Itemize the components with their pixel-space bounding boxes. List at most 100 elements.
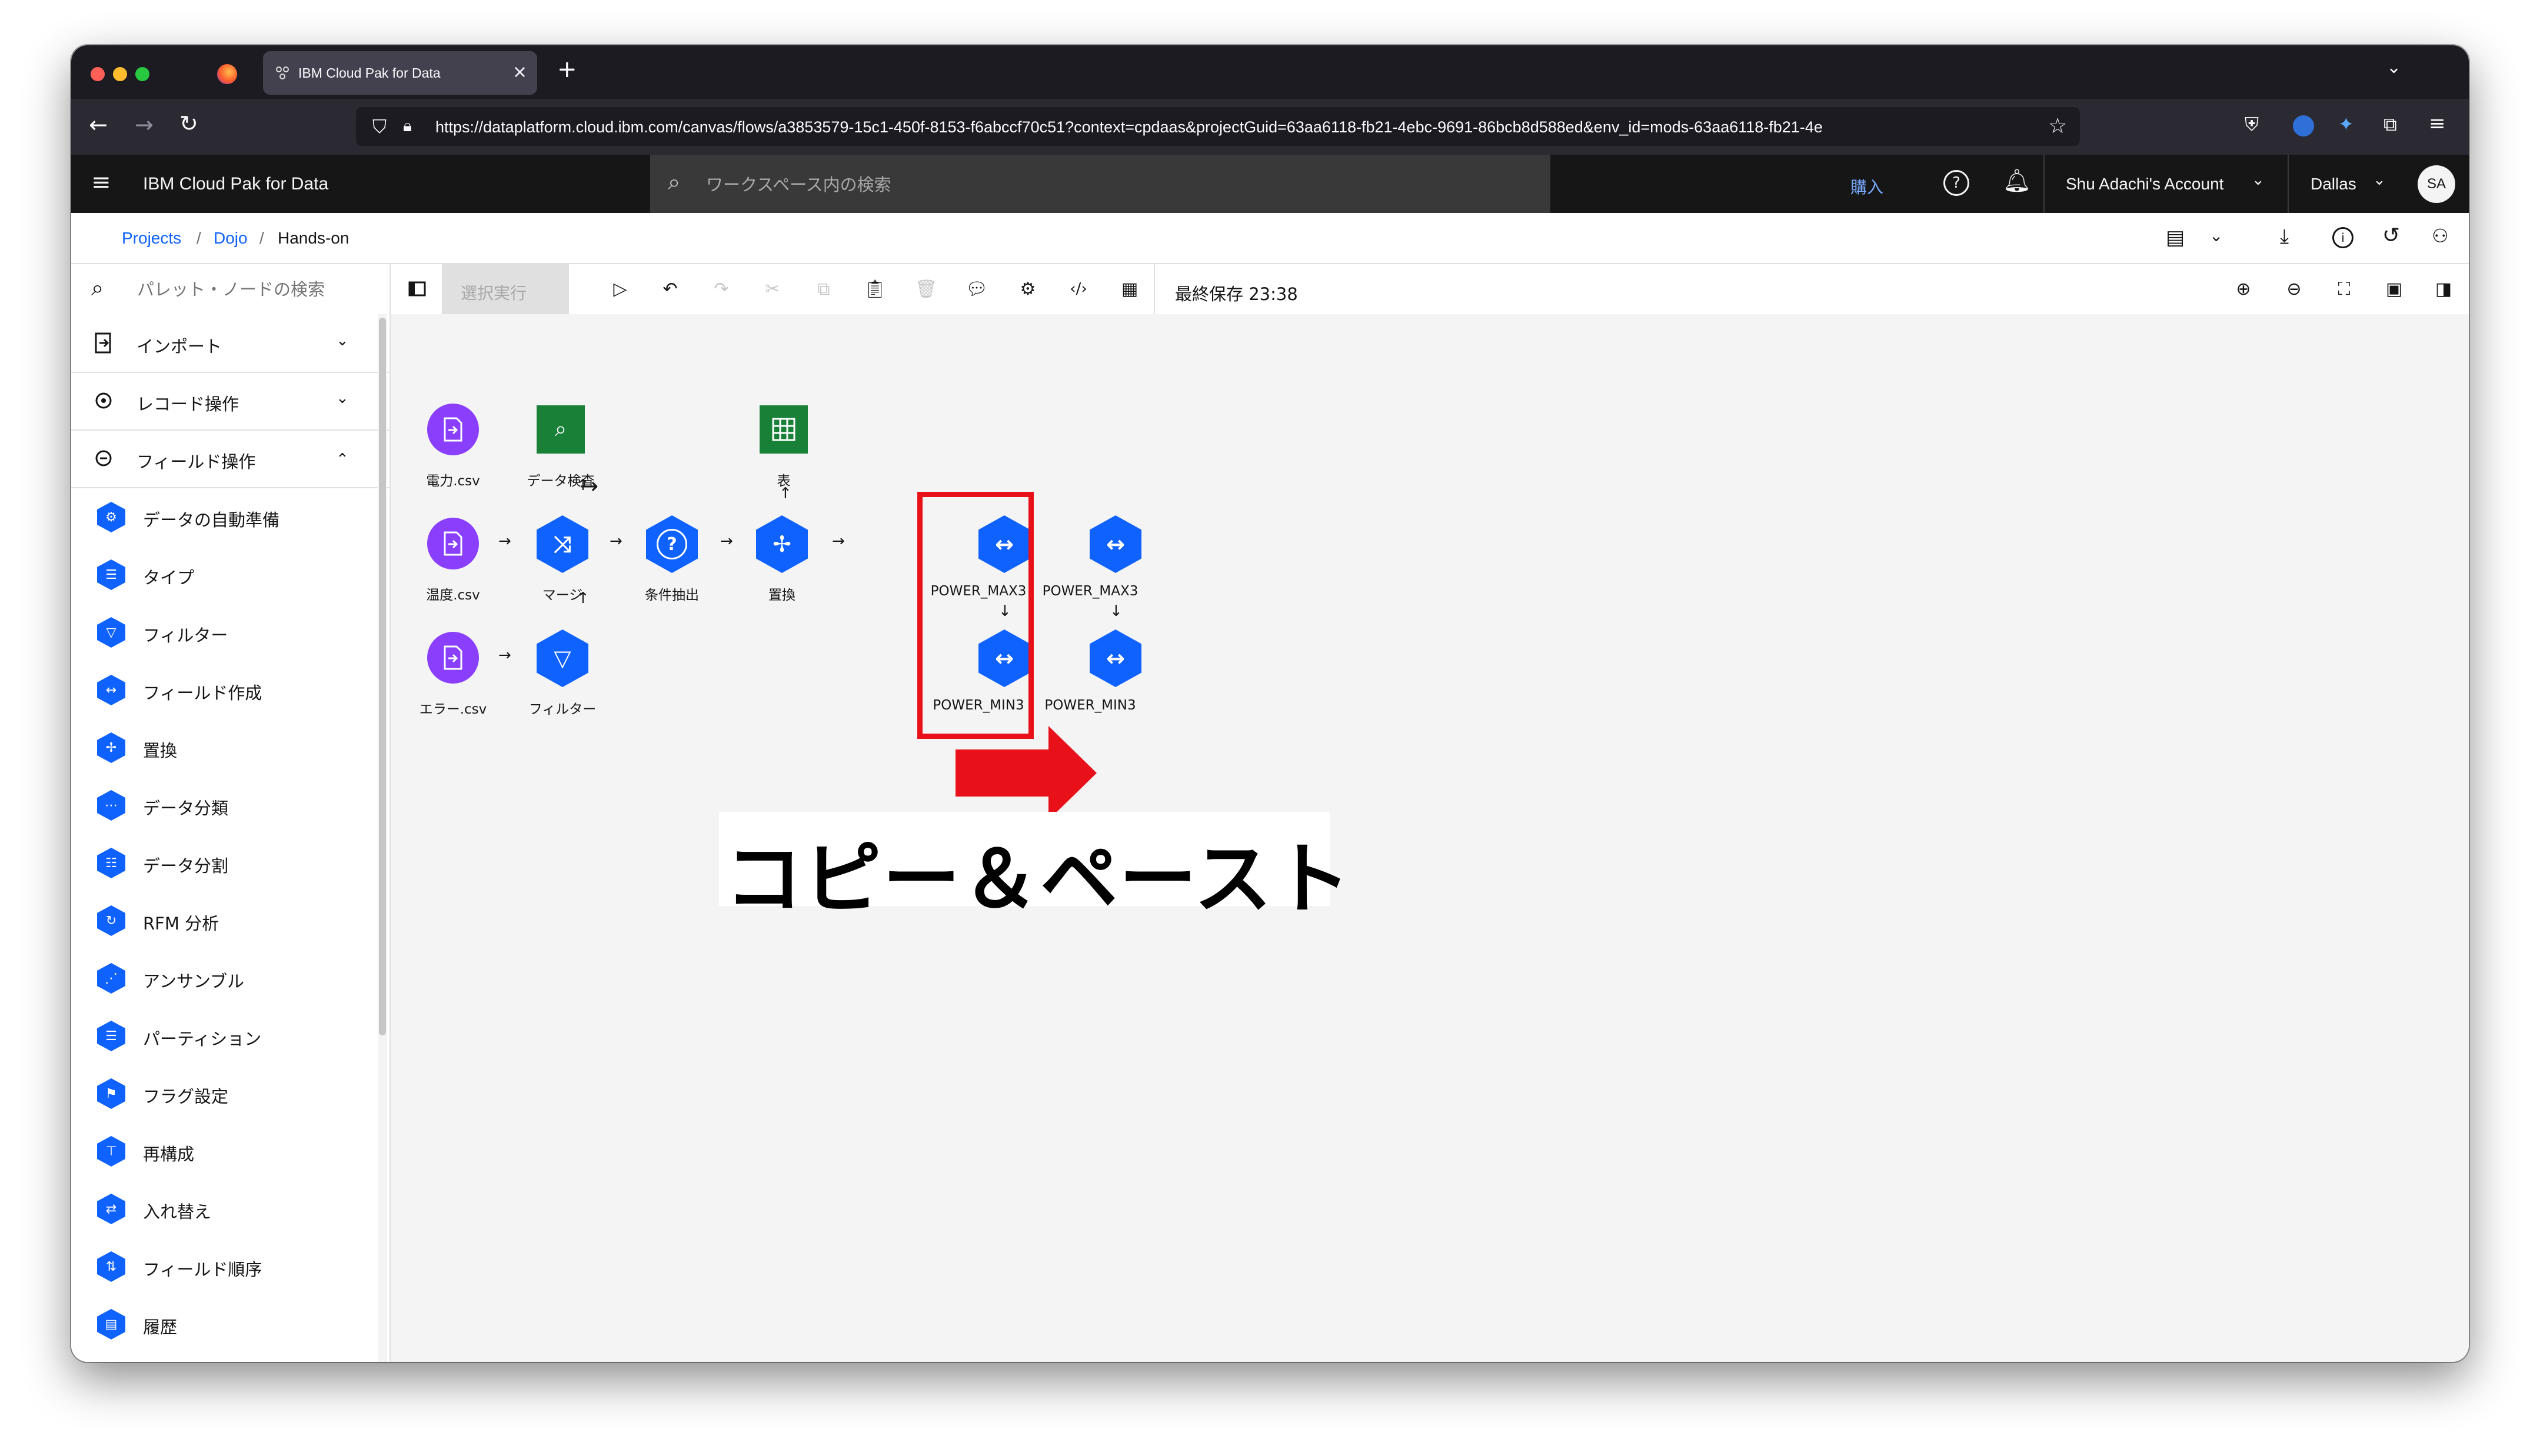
extensions-puzzle-icon[interactable]: ⧉ [2383,113,2397,136]
process-node-power-max-pasted[interactable]: ↔ [1090,515,1141,573]
breadcrumb-dojo[interactable]: Dojo [214,229,248,248]
cache-icon[interactable]: ▦ [1117,276,1143,302]
cut-icon[interactable]: ✂ [760,276,785,302]
auto-data-prep-icon: ⚙ [97,502,125,532]
shield-icon[interactable]: ⛉ [372,115,387,138]
palette-item-data-split[interactable]: ☷ データ分割 [71,833,383,891]
search-input[interactable] [705,172,1531,197]
minimize-window-button[interactable] [113,67,127,81]
close-tab-icon[interactable]: × [512,62,527,82]
flow-settings-icon[interactable]: ▤ [2166,226,2185,249]
connector-arrow: → [610,532,622,550]
workspace-search[interactable]: ⌕ [650,155,1550,213]
code-icon[interactable]: ‹/› [1066,276,1091,302]
new-tab-icon[interactable]: + [557,56,577,83]
region-switcher[interactable]: Dallas [2311,175,2356,194]
palette-item-binning[interactable]: ⋯ データ分類 [71,775,383,833]
palette-category-record-ops[interactable]: レコード操作 ⌄ [71,372,390,431]
collaborators-icon[interactable]: ⚇ [2432,225,2449,247]
comment-icon[interactable]: 💬︎ [964,276,990,302]
connector-arrow: → [498,647,511,664]
palette-search-icon: ⌕ [91,275,104,301]
download-icon[interactable]: ⤓ [2280,225,2289,248]
palette-item-type[interactable]: ☰ タイプ [71,545,383,602]
maximize-window-button[interactable] [135,67,149,81]
help-icon[interactable]: ? [1943,170,1969,196]
source-node-denryoku[interactable] [427,404,479,455]
process-node-select[interactable]: ? [646,515,698,573]
browser-tab[interactable]: IBM Cloud Pak for Data × [263,51,537,95]
extension-account-icon[interactable] [2293,115,2314,136]
region-chevron-down-icon[interactable]: ⌄ [2373,171,2386,189]
avatar[interactable]: SA [2418,165,2455,203]
palette-item-rfm-analysis[interactable]: ↻ RFM 分析 [71,891,383,948]
fit-to-screen-icon[interactable]: ⛶ [2331,276,2357,302]
toggle-palette-icon[interactable] [404,276,430,302]
account-chevron-down-icon[interactable]: ⌄ [2252,171,2265,189]
bookmark-star-icon[interactable]: ☆ [2048,114,2067,138]
zoom-out-icon[interactable]: ⊖ [2281,276,2307,302]
information-icon[interactable]: i [2332,227,2353,248]
palette-item-label: データの自動準備 [143,510,280,530]
palette-category-import[interactable]: インポート ⌄ [71,314,390,373]
process-node-filter[interactable]: ▽ [537,629,588,687]
output-node-data-audit[interactable]: ⌕ [537,405,585,454]
run-flow-icon[interactable]: ▷ [607,276,633,302]
list-tabs-icon[interactable]: ⌄ [2386,57,2401,78]
palette-item-filter[interactable]: ▽ フィルター [71,602,383,660]
flow-canvas[interactable]: 電力.csv ⌕ データ検査 表 ↑ ↑ ↘ 温度.csv → ⤨ マージ → … [391,314,2469,1362]
url-text[interactable]: https://dataplatform.cloud.ibm.com/canva… [435,118,1823,136]
run-selected-button[interactable]: 選択実行 [442,264,569,314]
source-node-error[interactable] [427,632,479,684]
redo-icon[interactable]: ↷ [708,276,734,302]
palette-item-transpose[interactable]: ⇄ 入れ替え [71,1179,383,1237]
palette-item-history[interactable]: ▤ 履歴 [71,1294,383,1352]
palette-item-label: フラグ設定 [143,1087,229,1107]
reload-icon[interactable]: ↻ [179,111,198,136]
palette-item-partition[interactable]: ☰ パーティション [71,1006,383,1064]
close-window-button[interactable] [91,67,105,81]
palette-item-ensemble[interactable]: ⋰ アンサンブル [71,948,383,1006]
copy-direction-arrow [956,726,1097,820]
app-menu-icon[interactable]: ≡ [91,169,111,196]
history-icon[interactable]: ↺ [2382,224,2400,248]
minimap-icon[interactable]: ▣ [2381,276,2407,302]
lock-icon[interactable]: 🔒︎ [403,116,412,136]
copy-icon[interactable]: ⧉ [811,276,837,302]
account-switcher[interactable]: Shu Adachi's Account [2066,175,2223,194]
palette-scrollbar-thumb[interactable] [379,318,386,1035]
flow-settings-chevron-down-icon[interactable]: ⌄ [2209,226,2223,245]
delete-icon[interactable]: 🗑︎ [913,276,939,302]
back-icon[interactable]: ← [89,112,108,138]
palette-item-restructure[interactable]: ⊤ 再構成 [71,1121,383,1179]
zoom-in-icon[interactable]: ⊕ [2231,276,2256,302]
palette-item-field-reorder[interactable]: ⇅ フィールド順序 [71,1237,383,1294]
table-grid-icon [772,418,795,441]
menu-hamburger-icon[interactable]: ≡ [2429,112,2446,135]
process-node-power-min-pasted[interactable]: ↔ [1090,629,1141,687]
palette-search-input[interactable] [136,277,374,302]
palette-item-replace[interactable]: ✢ 置換 [71,718,383,775]
output-node-table[interactable] [760,405,808,454]
palette-item-auto-data-prep[interactable]: ⚙ データの自動準備 [71,487,383,545]
settings-sliders-icon[interactable]: ⚙ [1015,276,1041,302]
url-bar[interactable]: ⛉ 🔒︎ https://dataplatform.cloud.ibm.com/… [356,107,2080,146]
notification-bell-icon[interactable]: 🔔︎ [2003,168,2031,194]
paste-icon[interactable]: 📋︎ [862,276,888,302]
side-panel-icon[interactable]: ◨ [2431,276,2456,302]
palette-item-derive[interactable]: ↔ フィールド作成 [71,660,383,718]
extension-icon[interactable]: ✦ [2338,113,2354,135]
palette-category-field-ops[interactable]: フィールド操作 ⌃ [71,429,390,488]
palette-item-set-to-flag[interactable]: ⚑ フラグ設定 [71,1064,383,1121]
undo-icon[interactable]: ↶ [657,276,683,302]
product-name[interactable]: IBM Cloud Pak for Data [143,174,328,194]
source-node-ondo[interactable] [427,518,479,569]
pocket-icon[interactable]: ⛨ [2245,113,2259,136]
process-node-replace[interactable]: ✢ [756,515,808,573]
breadcrumb-projects[interactable]: Projects [122,229,181,248]
forward-icon[interactable]: → [135,112,154,138]
firefox-view-icon[interactable] [217,64,237,84]
process-node-merge[interactable]: ⤨ [537,515,588,573]
purchase-link[interactable]: 購入 [1850,175,1883,198]
palette-item-partial[interactable] [71,1352,383,1362]
